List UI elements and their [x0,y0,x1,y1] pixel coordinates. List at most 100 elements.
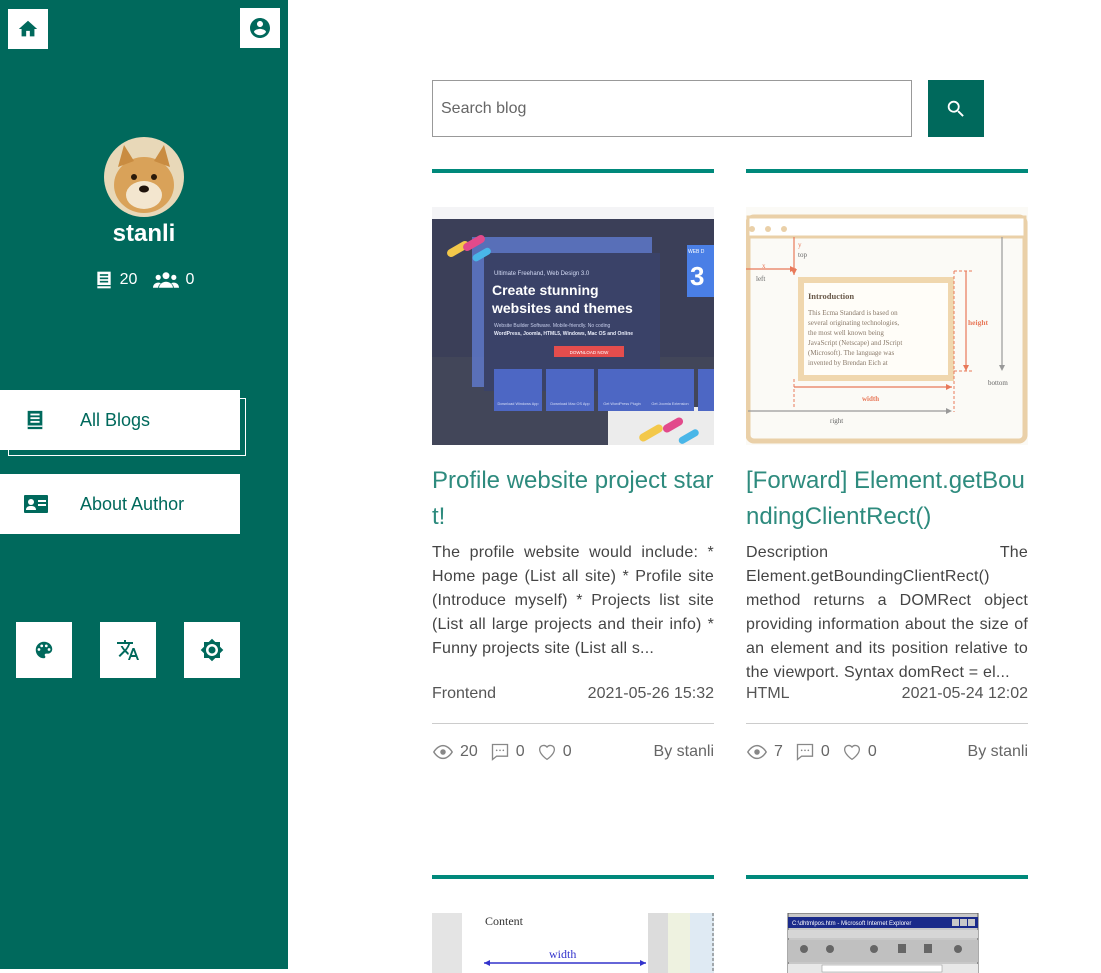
svg-text:several originating technologi: several originating technologies, [808,319,899,327]
svg-text:invented by Brendan Eich at: invented by Brendan Eich at [808,359,888,367]
blog-date: 2021-05-24 12:02 [901,685,1028,702]
thumbnail-box-title: Introduction [808,291,854,301]
search-icon [947,100,964,117]
heart-icon [538,744,555,761]
heart-icon [843,744,860,761]
sidebar-item-all-blogs[interactable]: All Blogs [0,390,240,450]
language-button[interactable] [100,622,156,678]
contact-card-icon [24,495,48,513]
blogs-count-stat: 20 [94,270,138,290]
thumbnail-eyebrow: Ultimate Freehand, Web Design 3.0 [494,271,590,277]
thumbnail-tile-label: Get Joomla Extension [651,402,688,406]
views-stat: 20 [432,743,478,761]
views-stat: 7 [746,743,783,761]
blog-thumbnail[interactable]: C:\dhtmlpos.htm - Microsoft Internet Exp… [746,913,1028,973]
blog-footer: 20 0 0 By stanli [432,742,714,762]
blog-meta: Frontend 2021-05-26 15:32 [432,685,714,724]
thumbnail-width-label: width [549,947,576,961]
svg-text:top: top [798,251,807,259]
blog-footer: 7 0 0 By stanli [746,742,1028,762]
blog-date: 2021-05-26 15:32 [587,685,714,702]
translate-icon [117,640,139,660]
card-accent-bar [432,169,714,173]
blog-author[interactable]: By stanli [654,743,714,761]
blog-meta: HTML 2021-05-24 12:02 [746,685,1028,724]
search-input[interactable] [432,80,912,137]
svg-text:y: y [798,241,802,249]
likes-stat[interactable]: 0 [537,743,572,761]
eye-icon [432,744,454,760]
home-icon [18,20,38,37]
people-icon [153,272,180,288]
blog-author[interactable]: By stanli [968,743,1028,761]
svg-text:This Ecma Standard is based on: This Ecma Standard is based on [808,309,898,317]
comment-icon [796,743,814,761]
sidebar-item-label: All Blogs [80,409,151,430]
followers-count: 0 [185,271,195,288]
book-icon [96,271,111,289]
blog-card[interactable]: Introduction This Ecma Standard is based… [746,169,1028,762]
blog-category[interactable]: Frontend [432,685,496,703]
blog-thumbnail[interactable]: Content width [432,913,714,973]
card-accent-bar [746,169,1028,173]
svg-text:the most well known being: the most well known being [808,329,884,337]
likes-stat[interactable]: 0 [842,743,877,761]
comment-icon [491,743,508,761]
book-icon [27,410,43,430]
svg-text:x: x [762,262,766,270]
card-accent-bar [746,875,1028,879]
sidebar: stanli 20 0 All Blogs About Author [0,0,288,969]
views-count: 20 [460,743,478,760]
brightness-icon [200,638,224,662]
blog-card[interactable]: Content width [432,875,714,973]
thumbnail-badge-top: WEB D [688,249,705,255]
thumbnail-heading-line-2: websites and themes [491,300,633,316]
thumbnail-tile-label: Download Mac OS App [550,402,589,406]
card-accent-bar [432,875,714,879]
search-button[interactable] [928,80,984,137]
blogs-count: 20 [119,271,138,288]
followers-count-stat: 0 [153,270,194,290]
eye-icon [746,744,768,760]
profile-stats: 20 0 [0,270,288,290]
blog-thumbnail[interactable]: Introduction This Ecma Standard is based… [746,207,1028,445]
sidebar-item-about-author[interactable]: About Author [0,474,240,534]
blog-card[interactable]: C:\dhtmlpos.htm - Microsoft Internet Exp… [746,875,1028,973]
svg-text:(Microsoft). The language was: (Microsoft). The language was [808,349,894,357]
account-circle-icon [250,18,270,38]
thumbnail-window-title: C:\dhtmlpos.htm - Microsoft Internet Exp… [792,921,911,927]
svg-text:bottom: bottom [988,379,1008,387]
avatar[interactable] [104,137,184,217]
home-button[interactable] [8,9,48,49]
thumbnail-tile-label: Get WordPress Plugin [603,402,641,406]
sidebar-item-label: About Author [80,493,185,514]
thumbnail-content-label: Content [485,914,524,928]
svg-text:left: left [756,275,765,283]
blog-thumbnail[interactable]: Ultimate Freehand, Web Design 3.0 Create… [432,207,714,445]
blog-excerpt: The profile website would include: * Hom… [432,544,714,657]
likes-count: 0 [562,743,572,760]
comments-stat[interactable]: 0 [490,742,525,762]
blog-card[interactable]: Ultimate Freehand, Web Design 3.0 Create… [432,169,714,762]
thumbnail-badge: 3 [690,261,704,291]
thumbnail-subtitle: Website Builder Software. Mobile-friendl… [494,323,610,329]
views-count: 7 [774,743,783,760]
brightness-button[interactable] [184,622,240,678]
blog-excerpt: Description The Element.getBoundingClien… [746,544,1028,681]
blog-category[interactable]: HTML [746,685,790,703]
account-button[interactable] [240,8,280,48]
blog-title[interactable]: [Forward] Element.getBoundingClientRect(… [746,463,1028,535]
svg-text:JavaScript (Netscape) and JScr: JavaScript (Netscape) and JScript [808,339,902,347]
thumbnail-heading-line-1: Create stunning [492,282,599,298]
thumbnail-cta: DOWNLOAD NOW [570,350,610,355]
thumbnail-subtitle-2: WordPress, Joomla, HTML5, Windows, Mac O… [494,331,633,337]
thumbnail-tile-label: Download Windows App [498,402,539,406]
comments-stat[interactable]: 0 [795,742,830,762]
likes-count: 0 [867,743,877,760]
blog-title[interactable]: Profile website project start! [432,463,714,535]
comments-count: 0 [820,743,830,760]
svg-text:right: right [830,417,843,425]
svg-text:height: height [968,318,989,327]
username: stanli [112,220,176,247]
theme-palette-button[interactable] [16,622,72,678]
